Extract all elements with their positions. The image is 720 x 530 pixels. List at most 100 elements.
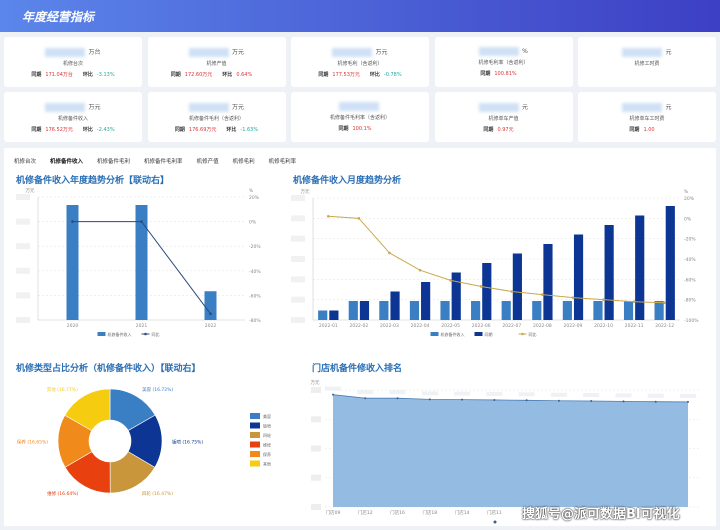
bar-同期[interactable] [451,272,461,321]
legend-swatch [250,441,260,448]
bar-同期[interactable] [543,244,553,320]
line-point[interactable] [602,298,605,301]
line-point[interactable] [326,215,330,218]
x-tick-label: 2022-08 [533,323,552,329]
bar-同期[interactable] [635,215,645,321]
area-point[interactable] [493,398,496,401]
left-axis-unit: 万元 [26,188,35,194]
area-point[interactable] [428,398,431,401]
line-point[interactable] [571,296,575,299]
right-tick-label: -20% [249,244,261,250]
left-tick-masked [291,276,305,283]
legend-swatch [97,332,106,336]
legend-swatch [250,432,260,438]
bar-机修备件收入[interactable] [471,301,481,320]
left-tick-masked [16,267,30,274]
bar-同期[interactable] [359,301,370,320]
left-tick-masked [291,195,305,201]
right-tick-label: 0% [684,216,692,222]
bar-机修备件收入[interactable] [348,301,358,320]
charts-canvas: 万元 %20%0%-20%-40%-60%-80%2020 2021 2022机修备件… [16,188,700,524]
bar-机修备件收入[interactable] [562,301,572,320]
line-point[interactable] [357,217,361,220]
bar-同期[interactable] [421,282,431,320]
line-point[interactable] [209,312,212,316]
x-tick-label: 2021 [136,323,148,329]
value-label-masked [389,390,406,395]
area-point[interactable] [654,400,657,403]
pie-label: 四轮 (16.47%) [142,490,173,497]
bar-同期[interactable] [482,263,492,320]
area-point[interactable] [332,393,334,396]
legend-label: 四轮 [263,432,271,438]
bar-机修备件收入[interactable] [501,301,511,320]
area-point[interactable] [622,400,625,403]
value-label-masked [550,392,567,397]
x-tick-label: 2022-07 [502,323,521,329]
bar-同期[interactable] [390,291,400,321]
bar-机修备件收入[interactable] [204,291,217,320]
x-tick-label: 2022-09 [564,323,583,329]
right-tick-label: -60% [684,277,696,283]
x-tick-label: 2022-06 [472,323,491,329]
legend-swatch [250,413,260,419]
value-label-masked [454,391,471,396]
right-tick-label: -60% [249,293,261,299]
area-point[interactable] [590,399,593,402]
legend-label: 同比 [529,331,537,337]
bar-机修备件收入[interactable] [440,301,450,320]
x-tick-label: 2022-10 [594,323,613,329]
line-point[interactable] [71,220,74,223]
legend-label: 钣喷 [263,423,271,429]
area-point[interactable] [364,397,367,400]
area-point[interactable] [687,400,689,403]
bar-同期[interactable] [512,253,522,321]
bar-同期[interactable] [329,310,339,321]
line-同比 [328,215,665,304]
watermark: 搜狐号@派可数据BI可视化 [522,507,680,522]
bar-同期[interactable] [665,206,675,320]
left-tick-masked [16,194,30,200]
left-tick-masked [291,215,305,222]
bar-机修备件收入[interactable] [623,301,634,320]
line-point[interactable] [449,279,452,282]
line-point[interactable] [632,300,636,304]
line-point[interactable] [510,290,514,293]
x-tick-label: 门店18 [422,509,437,516]
bar-同期[interactable] [573,234,584,321]
left-tick-masked [311,387,321,393]
area-point[interactable] [557,399,560,402]
line-point[interactable] [140,220,143,223]
x-tick-label: 门店09 [326,509,341,516]
bar-机修备件收入[interactable] [379,301,389,320]
bar-机修备件收入[interactable] [409,301,420,320]
legend-label: 同期 [485,331,493,337]
right-tick-label: -80% [684,298,696,304]
bar-机修备件收入[interactable] [593,301,603,320]
right-tick-label: -40% [684,257,696,263]
line-point[interactable] [479,285,483,288]
left-tick-masked [311,416,321,423]
legend-label: 机修备件收入 [108,331,132,337]
legend-label: 保养 [263,451,271,457]
value-label-masked [421,391,438,396]
pie-label: 美容 (16.72%) [142,386,173,393]
pie-label: 保养 (16.65%) [17,438,48,445]
bar-同期[interactable] [604,225,614,320]
x-tick-label: 门店11 [487,509,502,516]
area-point[interactable] [525,399,528,402]
legend-swatch [144,332,147,336]
line-point[interactable] [541,293,544,296]
bar-机修备件收入[interactable] [532,301,542,320]
line-point[interactable] [663,301,667,305]
bar-机修备件收入[interactable] [654,301,664,320]
area-point[interactable] [396,397,399,400]
line-point[interactable] [418,268,422,272]
x-tick-label: 2022-01 [319,323,338,329]
right-tick-label: 20% [249,195,260,201]
line-point[interactable] [388,251,391,255]
area-point[interactable] [461,398,464,401]
legend-swatch [521,332,524,336]
bar-机修备件收入[interactable] [318,310,328,321]
x-tick-label: 2022-02 [349,323,368,329]
